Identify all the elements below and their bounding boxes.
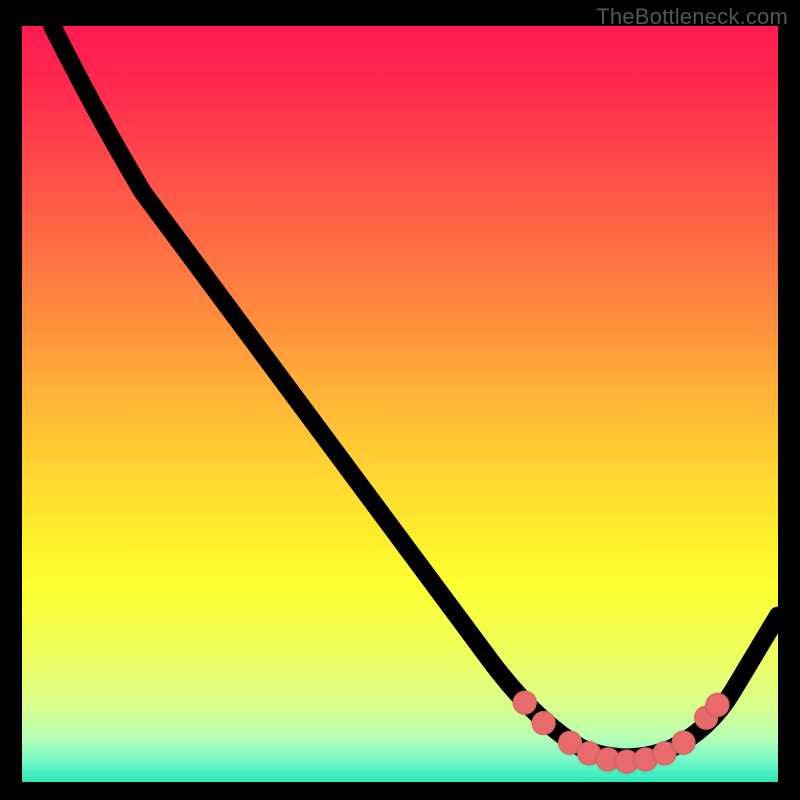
plot-area [22, 26, 778, 782]
bottleneck-curve [22, 26, 778, 782]
curve-path [52, 26, 778, 757]
chart-frame: TheBottleneck.com [0, 0, 800, 800]
watermark-text: TheBottleneck.com [596, 4, 788, 30]
